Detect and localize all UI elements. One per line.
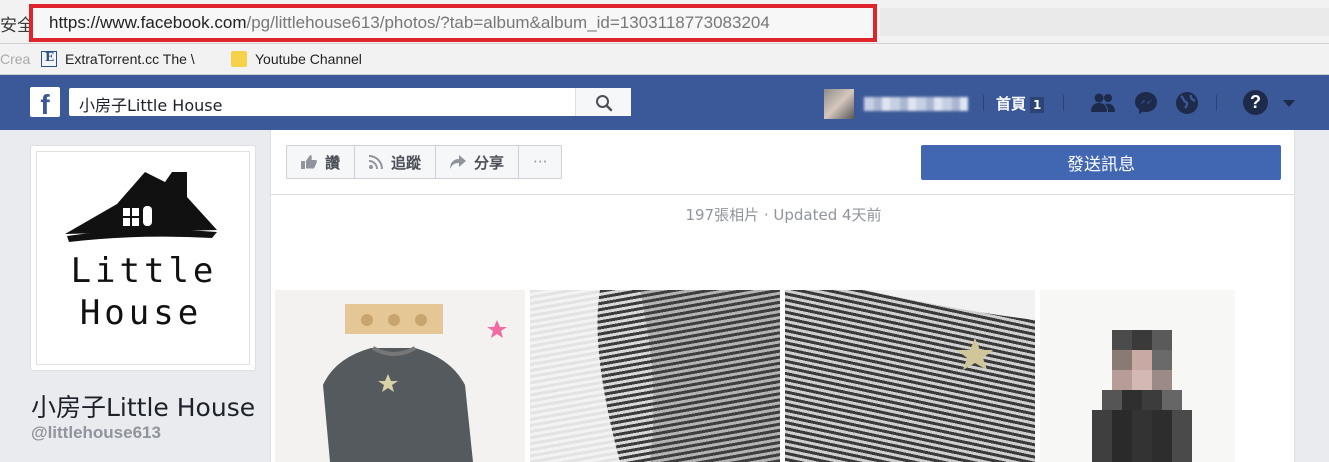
share-button[interactable]: 分享 — [436, 146, 520, 178]
page-name[interactable]: 小房子Little House — [31, 388, 255, 424]
photo-striped-sweater-star — [785, 290, 1035, 370]
divider — [983, 95, 984, 111]
photo-sweater-hanger — [275, 290, 525, 462]
bookmarks-bar: Crea ExtraTorrent.cc The \ Youtube Chann… — [0, 44, 1329, 75]
search-button[interactable] — [575, 88, 631, 116]
bookmark-extratorrent[interactable]: ExtraTorrent.cc The \ — [41, 50, 195, 67]
toolbar-strip — [880, 8, 1329, 36]
little-house-logo: Little House — [36, 151, 250, 365]
help-icon[interactable]: ? — [1243, 90, 1268, 115]
logo-text-line1: Little — [71, 251, 218, 291]
divider — [1063, 95, 1064, 111]
divider — [1216, 95, 1217, 111]
bookmark-label: Crea — [0, 51, 31, 67]
friend-requests-icon[interactable] — [1090, 90, 1116, 116]
home-count-badge: 1 — [1030, 97, 1045, 113]
album-photo-3[interactable] — [785, 290, 1035, 462]
extratorrent-icon — [41, 50, 57, 67]
url-host: https://www.facebook.com — [49, 13, 247, 32]
follow-button[interactable]: 追蹤 — [355, 146, 437, 178]
logo-text-line2: House — [80, 293, 202, 333]
page-action-bar: 讚 追蹤 分享 ··· 發送訊息 — [270, 130, 1295, 195]
facebook-top-bar: f 小房子Little House 首頁 1 ? — [0, 75, 1329, 130]
like-button[interactable]: 讚 — [287, 146, 356, 178]
avatar — [824, 89, 854, 119]
album-photo-2[interactable] — [530, 290, 780, 462]
bookmark-crea[interactable]: Crea — [0, 51, 30, 67]
bookmark-label: Youtube Channel — [255, 51, 362, 67]
blurred-username — [864, 97, 968, 111]
home-label: 首頁 — [996, 95, 1027, 113]
send-message-button[interactable]: 發送訊息 — [921, 145, 1281, 180]
browser-address-bar: 安全 https://www.facebook.com/pg/littlehou… — [0, 0, 1329, 44]
profile-link[interactable] — [824, 89, 968, 119]
globe-notifications-icon[interactable] — [1174, 90, 1200, 116]
rss-follow-icon — [369, 155, 384, 169]
search-box[interactable]: 小房子Little House — [69, 88, 631, 116]
messenger-icon[interactable] — [1133, 90, 1159, 116]
url-text: https://www.facebook.com/pg/littlehouse6… — [49, 13, 770, 33]
house-logo-icon: Little House — [65, 172, 218, 333]
album-photo-4[interactable] — [1040, 290, 1235, 462]
url-field[interactable]: https://www.facebook.com/pg/littlehouse6… — [29, 4, 877, 42]
photo-striped-sleeve — [530, 290, 780, 462]
url-path: /pg/littlehouse613/photos/?tab=album&alb… — [246, 13, 770, 32]
share-arrow-icon — [450, 155, 467, 169]
more-label: ··· — [533, 153, 548, 171]
share-label: 分享 — [474, 153, 505, 172]
account-menu-caret-icon[interactable] — [1283, 100, 1295, 107]
search-input[interactable]: 小房子Little House — [79, 92, 222, 116]
page-action-buttons: 讚 追蹤 分享 ··· — [286, 145, 563, 179]
folder-icon — [231, 51, 247, 67]
album-photo-1[interactable] — [275, 290, 525, 462]
thumbs-up-icon — [301, 155, 317, 169]
home-link[interactable]: 首頁 1 — [996, 93, 1045, 114]
album-meta: 197張相片 · Updated 4天前 — [685, 206, 882, 224]
like-label: 讚 — [325, 153, 341, 172]
photo-child-pixelated — [1040, 290, 1235, 462]
follow-label: 追蹤 — [391, 153, 422, 172]
page-profile-picture[interactable]: Little House — [30, 145, 256, 371]
search-icon — [596, 95, 613, 112]
facebook-logo-icon[interactable]: f — [30, 87, 60, 117]
bookmark-youtube-channel[interactable]: Youtube Channel — [231, 51, 362, 67]
more-options-button[interactable]: ··· — [519, 146, 561, 178]
page-handle[interactable]: @littlehouse613 — [31, 423, 161, 443]
bookmark-label: ExtraTorrent.cc The \ — [65, 51, 195, 67]
